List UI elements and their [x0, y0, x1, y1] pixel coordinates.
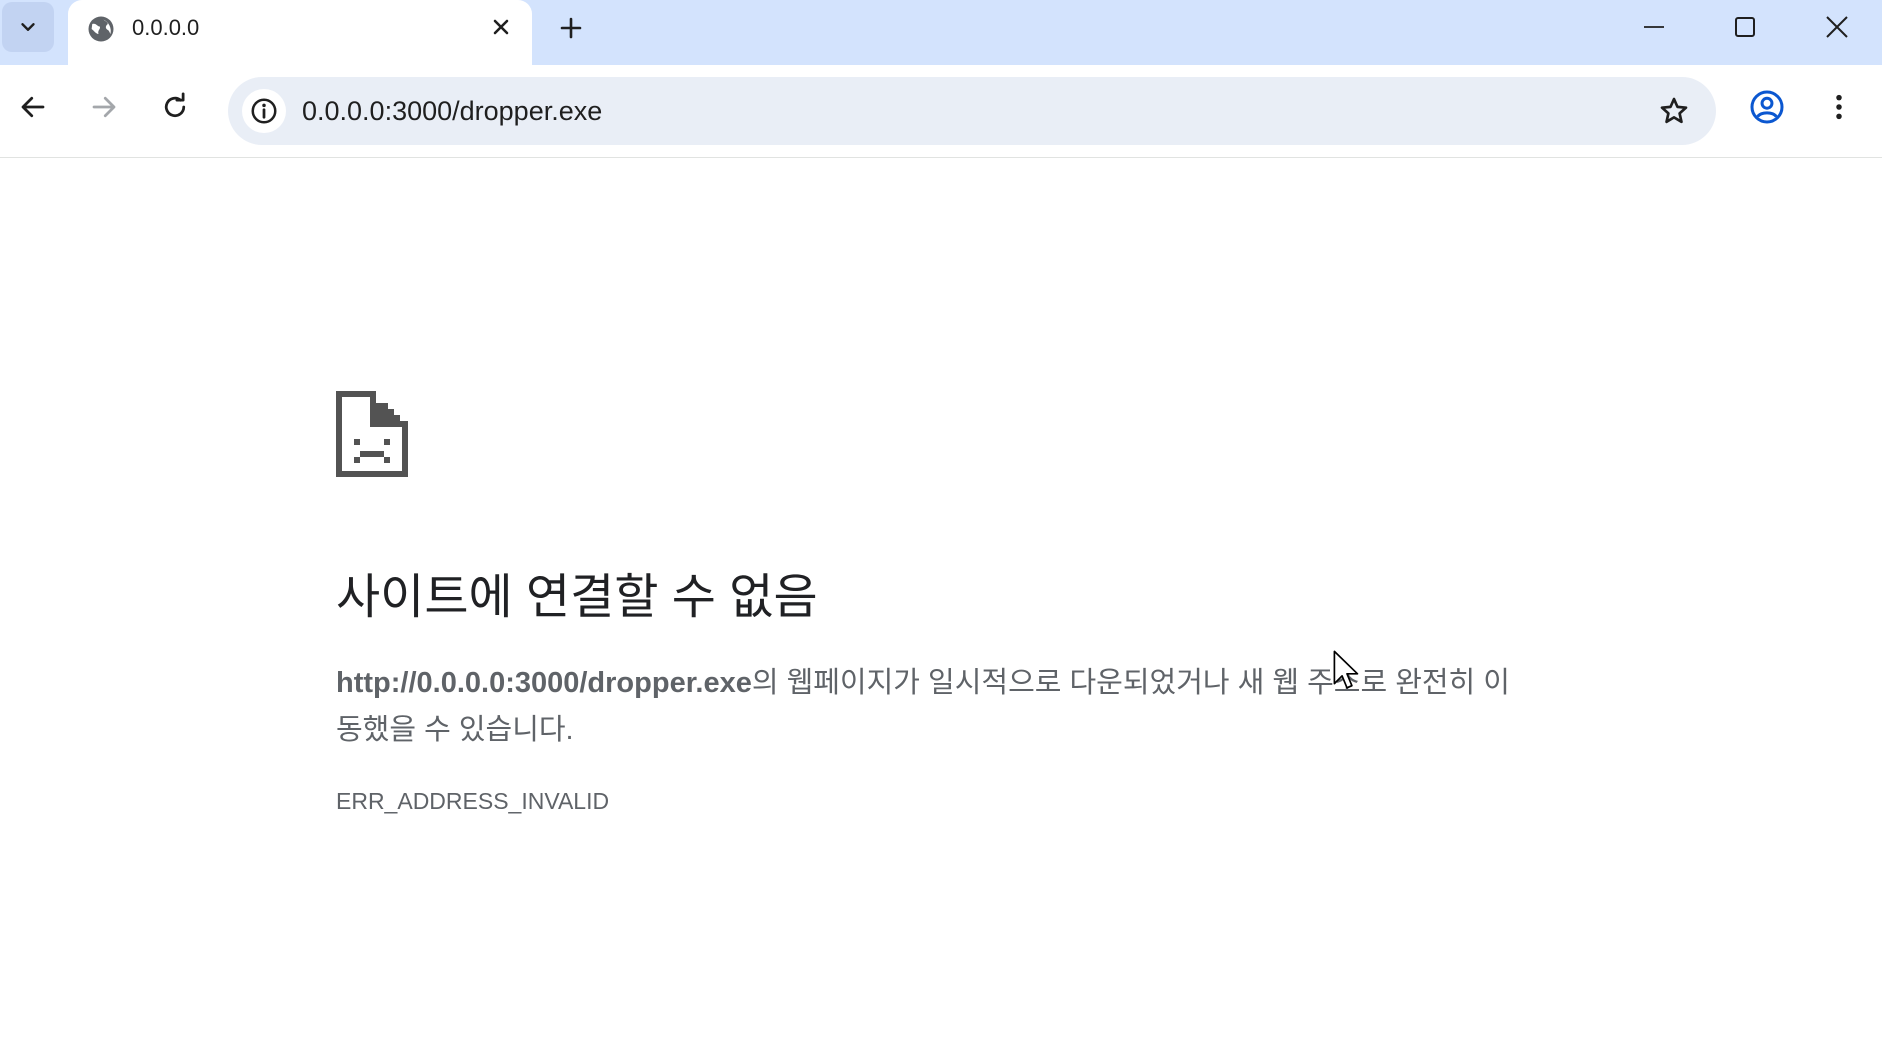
reload-button[interactable] [153, 85, 197, 129]
forward-button[interactable] [82, 85, 126, 129]
minimize-button[interactable] [1609, 0, 1699, 53]
menu-button[interactable] [1817, 85, 1861, 129]
forward-arrow-icon [92, 96, 116, 118]
profile-button[interactable] [1745, 85, 1789, 129]
tab-search-button[interactable] [0, 0, 55, 53]
reload-icon [164, 92, 186, 118]
close-icon [493, 19, 509, 35]
new-tab-button[interactable] [553, 10, 589, 46]
star-icon [1660, 97, 1688, 124]
chevron-down-icon [20, 22, 35, 31]
profile-icon [1750, 90, 1784, 124]
info-icon [251, 98, 277, 124]
close-icon [1826, 15, 1848, 38]
browser-toolbar: 0.0.0.0:3000/dropper.exe [0, 65, 1882, 158]
active-tab[interactable]: 0.0.0.0 [68, 0, 532, 65]
error-heading: 사이트에 연결할 수 없음 [336, 571, 818, 624]
back-arrow-icon [21, 96, 45, 118]
error-url: http://0.0.0.0:3000/dropper.exe [336, 667, 752, 699]
plus-icon [560, 17, 582, 39]
sad-page-icon [336, 391, 408, 477]
mouse-cursor-icon [1333, 650, 1359, 689]
error-code[interactable]: ERR_ADDRESS_INVALID [336, 788, 609, 815]
maximize-icon [1735, 16, 1755, 37]
window-close-button[interactable] [1792, 0, 1882, 53]
address-bar[interactable]: 0.0.0.0:3000/dropper.exe [228, 77, 1716, 145]
minimize-icon [1644, 25, 1664, 28]
url-text[interactable]: 0.0.0.0:3000/dropper.exe [302, 96, 602, 126]
more-vert-icon [1836, 94, 1842, 120]
tab-title: 0.0.0.0 [132, 15, 200, 40]
tab-strip: 0.0.0.0 [0, 0, 1882, 65]
site-info-button[interactable] [242, 89, 286, 133]
maximize-button[interactable] [1700, 0, 1790, 53]
bookmark-button[interactable] [1652, 89, 1696, 133]
back-button[interactable] [11, 85, 55, 129]
error-page: 사이트에 연결할 수 없음 http://0.0.0.0:3000/droppe… [0, 158, 1882, 1042]
globe-icon [88, 16, 114, 42]
tab-close-button[interactable] [486, 12, 516, 42]
